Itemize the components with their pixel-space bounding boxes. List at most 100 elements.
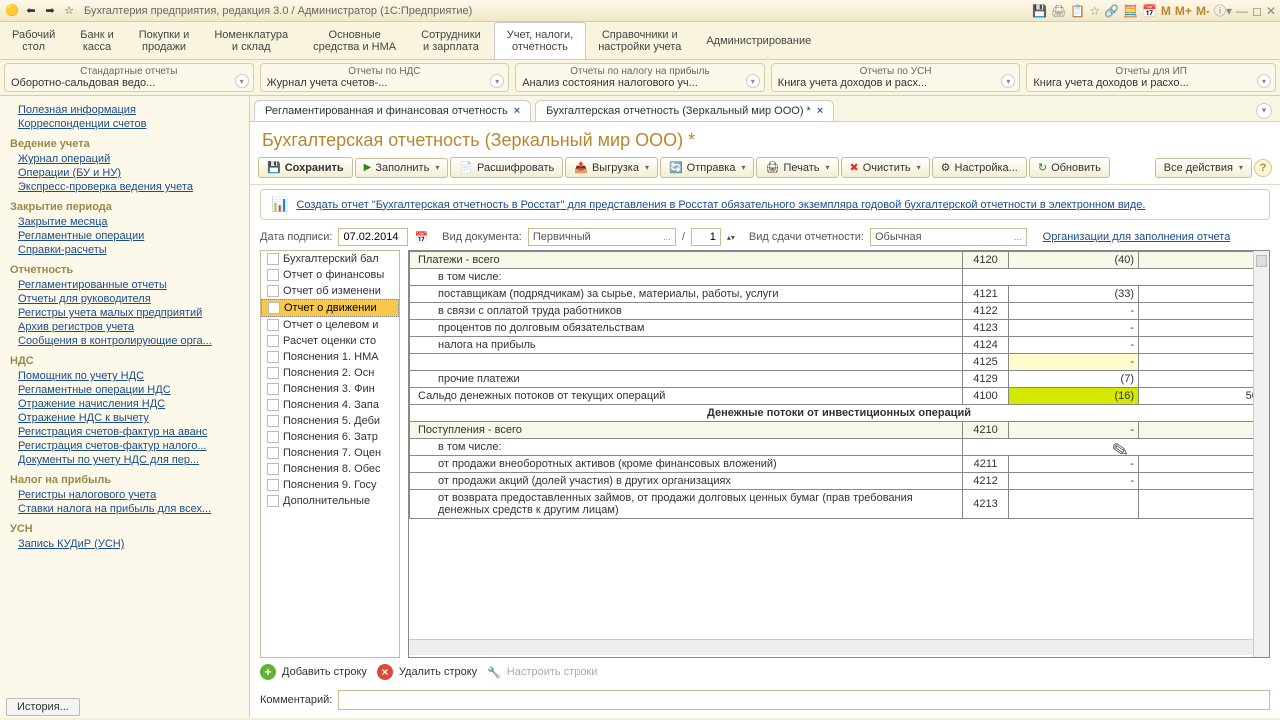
sidebar-link[interactable]: Регламентированные отчеты bbox=[18, 279, 249, 291]
tab-menu-icon[interactable]: ▾ bbox=[1256, 103, 1272, 119]
table-row[interactable]: Сальдо денежных потоков от текущих опера… bbox=[410, 388, 1269, 405]
all-actions-button[interactable]: Все действия▾ bbox=[1155, 158, 1252, 178]
subgrp-profit[interactable]: Отчеты по налогу на прибыльАнализ состоя… bbox=[515, 63, 765, 92]
table-row[interactable]: от возврата предоставленных займов, от п… bbox=[410, 490, 1269, 519]
calendar-icon[interactable]: 📅 bbox=[414, 231, 428, 244]
num-input[interactable] bbox=[691, 228, 721, 246]
decode-button[interactable]: 📄 Расшифровать bbox=[450, 157, 563, 178]
tree-item[interactable]: Пояснения 8. Обес bbox=[261, 461, 399, 477]
sidebar-link[interactable]: Журнал операций bbox=[18, 153, 249, 165]
sidebar-link[interactable]: Операции (БУ и НУ) bbox=[18, 167, 249, 179]
tree-item[interactable]: Пояснения 6. Затр bbox=[261, 429, 399, 445]
chevron-down-icon[interactable]: ▾ bbox=[1257, 74, 1271, 88]
fav-icon[interactable]: ☆ bbox=[1089, 4, 1100, 18]
date-input[interactable] bbox=[338, 228, 408, 246]
menu-tax[interactable]: Учет, налоги, отчетность bbox=[494, 22, 586, 59]
star-icon[interactable]: ☆ bbox=[61, 3, 77, 19]
table-row[interactable]: налога на прибыль4124-- bbox=[410, 337, 1269, 354]
calc-icon[interactable]: 🧮 bbox=[1123, 4, 1138, 18]
mplus-btn[interactable]: M+ bbox=[1175, 4, 1192, 18]
chevron-down-icon[interactable]: ▾ bbox=[746, 74, 760, 88]
tree-item[interactable]: Пояснения 3. Фин bbox=[261, 381, 399, 397]
clear-button[interactable]: ✖ Очистить▾ bbox=[841, 157, 930, 178]
menu-staff[interactable]: Сотрудники и зарплата bbox=[409, 22, 494, 59]
subgrp-standard[interactable]: Стандартные отчетыОборотно-сальдовая вед… bbox=[4, 63, 254, 92]
sidebar-link[interactable]: Регистрация счетов-фактур налого... bbox=[18, 440, 249, 452]
org-link[interactable]: Организации для заполнения отчета bbox=[1043, 231, 1231, 243]
tree-item[interactable]: Отчет об изменени bbox=[261, 283, 399, 299]
comment-input[interactable] bbox=[338, 690, 1270, 710]
table-row[interactable]: прочие платежи4129(7)- bbox=[410, 371, 1269, 388]
mminus-btn[interactable]: M- bbox=[1196, 4, 1210, 18]
sidebar-link[interactable]: Сообщения в контролирующие орга... bbox=[18, 335, 249, 347]
configure-rows-button[interactable]: 🔧 Настроить строки bbox=[487, 666, 597, 679]
table-row[interactable]: в связи с оплатой труда работников4122-- bbox=[410, 303, 1269, 320]
tree-item[interactable]: Расчет оценки сто bbox=[261, 333, 399, 349]
menu-admin[interactable]: Администрирование bbox=[694, 22, 824, 59]
menu-bank[interactable]: Банк и касса bbox=[68, 22, 126, 59]
history-button[interactable]: История... bbox=[6, 698, 80, 716]
kind-select[interactable]: Первичный… bbox=[528, 228, 676, 246]
sidebar-link[interactable]: Регистрация счетов-фактур на аванс bbox=[18, 426, 249, 438]
sidebar-link[interactable]: Корреспонденции счетов bbox=[18, 118, 249, 130]
spinner-icon[interactable]: ▴▾ bbox=[727, 233, 735, 242]
info-icon[interactable]: ⓘ▾ bbox=[1214, 2, 1232, 19]
menu-refs[interactable]: Справочники и настройки учета bbox=[586, 22, 694, 59]
menu-nomenclature[interactable]: Номенклатура и склад bbox=[202, 22, 301, 59]
sidebar-link[interactable]: Ставки налога на прибыль для всех... bbox=[18, 503, 249, 515]
link-icon[interactable]: 🔗 bbox=[1104, 4, 1119, 18]
subgrp-ip[interactable]: Отчеты для ИПКнига учета доходов и расхо… bbox=[1026, 63, 1276, 92]
export-button[interactable]: 📤 Выгрузка▾ bbox=[565, 157, 658, 178]
send-button[interactable]: 🔄 Отправка▾ bbox=[660, 157, 755, 178]
create-report-link[interactable]: Создать отчет "Бухгалтерская отчетность … bbox=[296, 199, 1145, 211]
copy-icon[interactable]: 📋 bbox=[1070, 4, 1085, 18]
tree-item[interactable]: Отчет о финансовы bbox=[261, 267, 399, 283]
print-button[interactable]: 🖨 Печать▾ bbox=[756, 157, 838, 178]
sidebar-link[interactable]: Полезная информация bbox=[18, 104, 249, 116]
tree-item[interactable]: Пояснения 5. Деби bbox=[261, 413, 399, 429]
table-row[interactable]: 4125-- bbox=[410, 354, 1269, 371]
tree-item[interactable]: Пояснения 7. Оцен bbox=[261, 445, 399, 461]
sidebar-link[interactable]: Отражение начисления НДС bbox=[18, 398, 249, 410]
table-row[interactable]: Денежные потоки от инвестиционных операц… bbox=[410, 405, 1269, 422]
tree-item[interactable]: Пояснения 2. Осн bbox=[261, 365, 399, 381]
tree-item[interactable]: Отчет о целевом и bbox=[261, 317, 399, 333]
tree-item[interactable]: Пояснения 9. Госу bbox=[261, 477, 399, 493]
sidebar-link[interactable]: Закрытие месяца bbox=[18, 216, 249, 228]
tree-item[interactable]: Дополнительные bbox=[261, 493, 399, 509]
sidebar-link[interactable]: Справки-расчеты bbox=[18, 244, 249, 256]
back-icon[interactable]: ⬅ bbox=[23, 3, 39, 19]
fwd-icon[interactable]: ➡ bbox=[42, 3, 58, 19]
print-icon[interactable]: 🖨 bbox=[1051, 4, 1066, 18]
tree-item[interactable]: Бухгалтерский бал bbox=[261, 251, 399, 267]
help-icon[interactable]: ? bbox=[1254, 159, 1272, 177]
tree-item[interactable]: Пояснения 4. Запа bbox=[261, 397, 399, 413]
close-icon[interactable]: × bbox=[817, 105, 823, 117]
refresh-button[interactable]: ↻ Обновить bbox=[1029, 157, 1110, 178]
sidebar-link[interactable]: Документы по учету НДС для пер... bbox=[18, 454, 249, 466]
settings-button[interactable]: ⚙ Настройка... bbox=[932, 157, 1027, 178]
m-btn[interactable]: M bbox=[1161, 4, 1171, 18]
tab-reglament[interactable]: Регламентированная и финансовая отчетнос… bbox=[254, 100, 531, 121]
minimize-icon[interactable]: — bbox=[1236, 4, 1248, 18]
table-row[interactable]: в том числе: bbox=[410, 439, 1269, 456]
table-row[interactable]: в том числе: bbox=[410, 269, 1269, 286]
table-row[interactable]: поставщикам (подрядчикам) за сырье, мате… bbox=[410, 286, 1269, 303]
sidebar-link[interactable]: Архив регистров учета bbox=[18, 321, 249, 333]
submit-select[interactable]: Обычная… bbox=[870, 228, 1027, 246]
close-icon[interactable]: × bbox=[514, 105, 520, 117]
sidebar-link[interactable]: Отчеты для руководителя bbox=[18, 293, 249, 305]
chevron-down-icon[interactable]: ▾ bbox=[235, 74, 249, 88]
sidebar-link[interactable]: Регламентные операции НДС bbox=[18, 384, 249, 396]
close-icon[interactable]: ✕ bbox=[1266, 4, 1276, 18]
tree-item[interactable]: Пояснения 1. НМА bbox=[261, 349, 399, 365]
delete-row-button[interactable]: ×Удалить строку bbox=[377, 664, 477, 680]
table-row[interactable]: процентов по долговым обязательствам4123… bbox=[410, 320, 1269, 337]
subgrp-usn[interactable]: Отчеты по УСНКнига учета доходов и расх.… bbox=[771, 63, 1021, 92]
data-grid[interactable]: Платежи - всего4120(40)-в том числе:пост… bbox=[408, 250, 1270, 658]
menu-desktop[interactable]: Рабочий стол bbox=[0, 22, 68, 59]
add-row-button[interactable]: +Добавить строку bbox=[260, 664, 367, 680]
cal-icon[interactable]: 📅 bbox=[1142, 4, 1157, 18]
fill-button[interactable]: ▶Заполнить▾ bbox=[355, 158, 449, 178]
sidebar-link[interactable]: Запись КУДиР (УСН) bbox=[18, 538, 249, 550]
